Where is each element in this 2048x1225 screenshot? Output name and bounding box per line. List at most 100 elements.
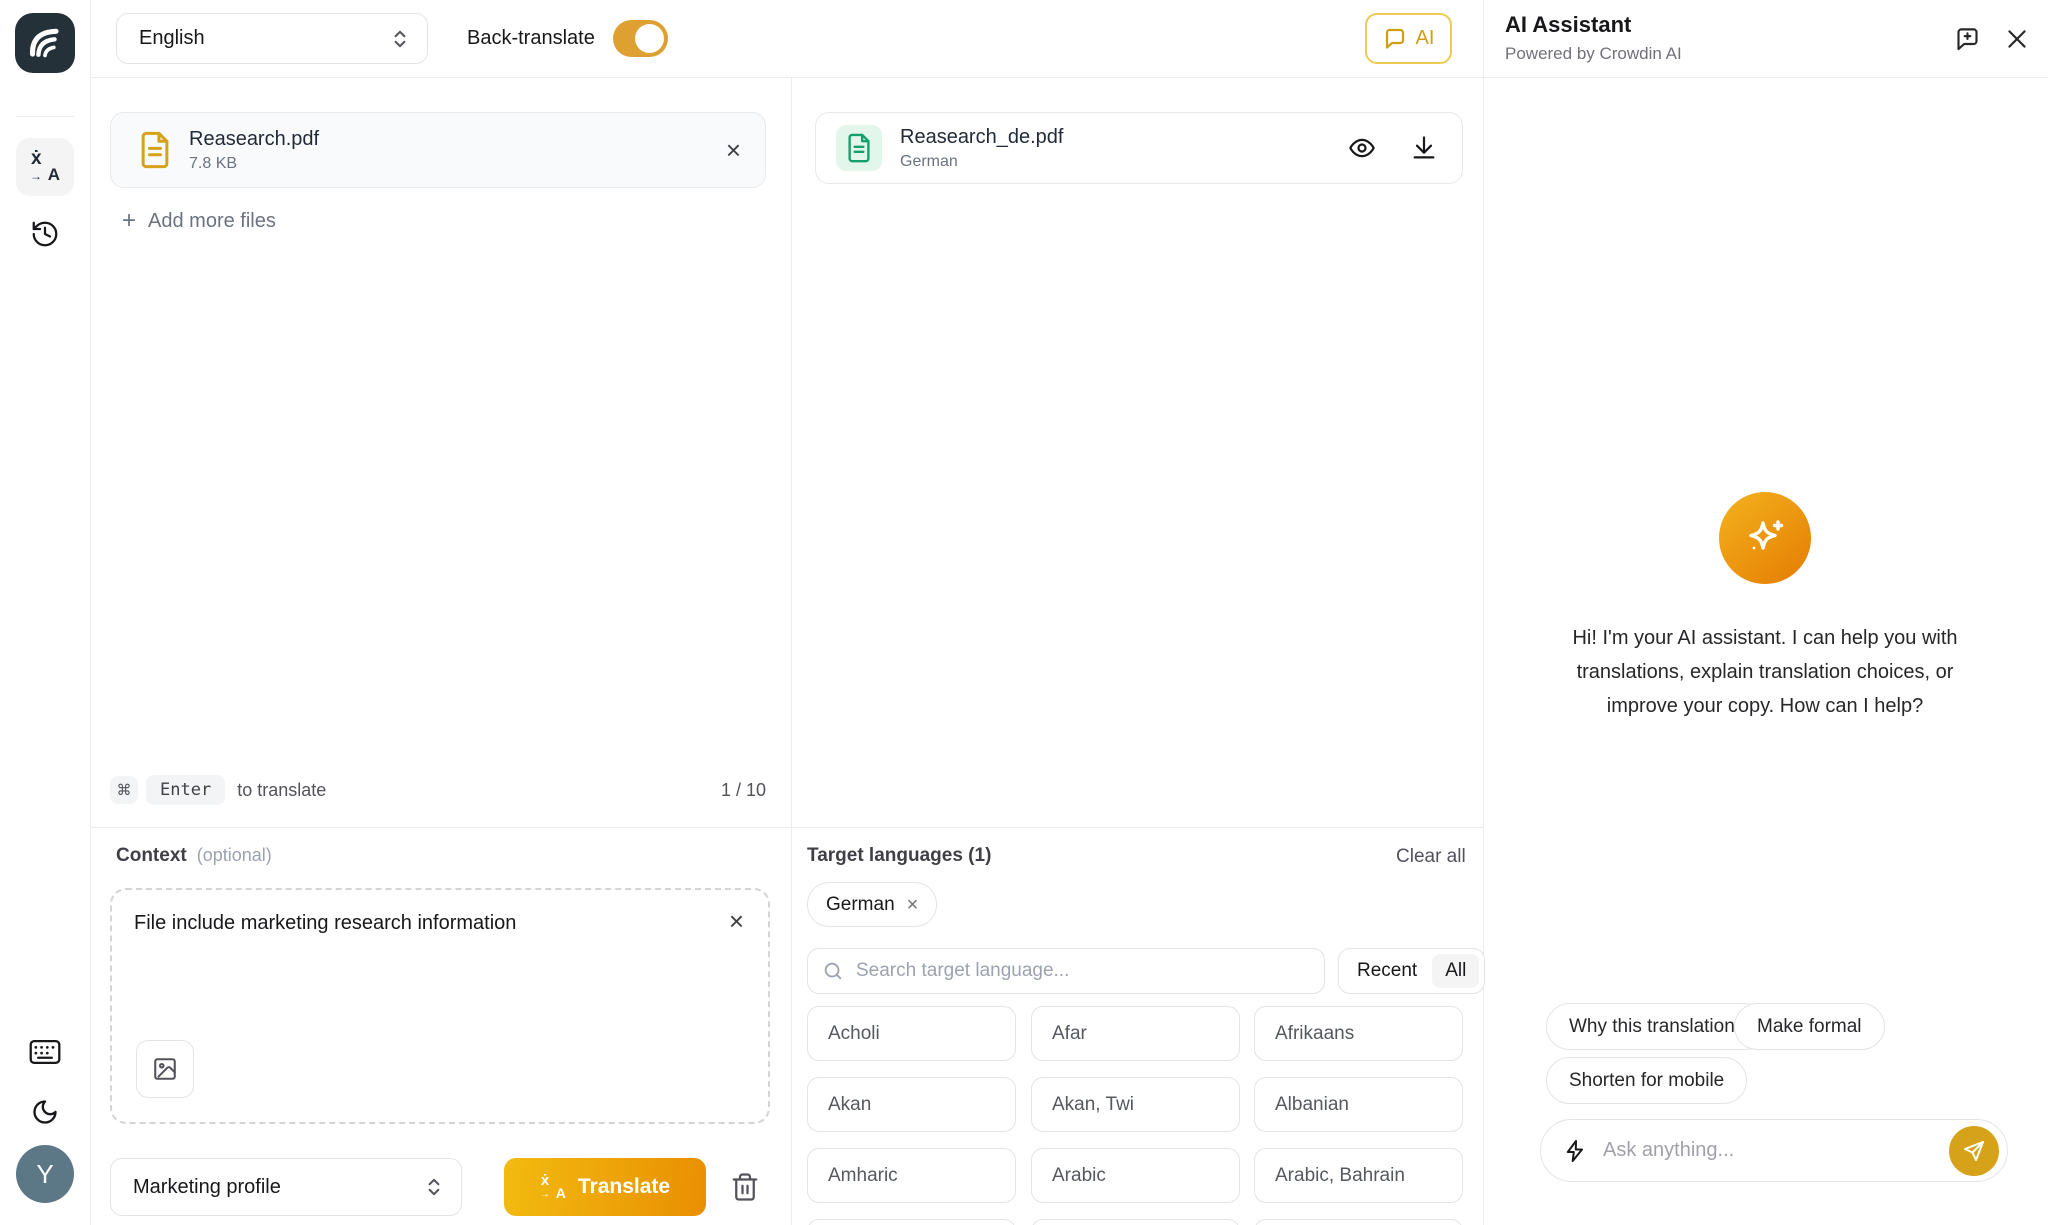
plus-icon: + bbox=[122, 209, 136, 233]
tab-recent[interactable]: Recent bbox=[1344, 954, 1430, 988]
language-option[interactable]: Akan bbox=[807, 1077, 1016, 1132]
shortcut-hint: to translate bbox=[237, 780, 326, 801]
translated-file-tile bbox=[836, 125, 882, 171]
preview-file-button[interactable] bbox=[1348, 134, 1376, 162]
suggestion-chip[interactable]: Shorten for mobile bbox=[1546, 1057, 1747, 1104]
language-option[interactable]: Akan, Twi bbox=[1031, 1077, 1240, 1132]
clear-context-button[interactable]: × bbox=[729, 908, 744, 934]
context-header: Context (optional) bbox=[116, 845, 272, 867]
sidebar-item-history[interactable] bbox=[16, 205, 74, 263]
crowdin-logo[interactable] bbox=[15, 13, 75, 73]
language-option[interactable]: Arabic, Bahrain bbox=[1254, 1148, 1463, 1203]
remove-language-button[interactable]: × bbox=[907, 895, 919, 915]
message-plus-icon bbox=[1954, 26, 1981, 53]
back-translate-toggle[interactable] bbox=[613, 20, 668, 57]
image-icon bbox=[152, 1056, 178, 1082]
translated-file-name: Reasearch_de.pdf bbox=[900, 126, 1314, 149]
column-divider bbox=[791, 78, 792, 1225]
language-option[interactable]: Arabic bbox=[1031, 1148, 1240, 1203]
source-file-size: 7.8 KB bbox=[189, 155, 726, 173]
ai-greeting-text: Hi! I'm your AI assistant. I can help yo… bbox=[1539, 621, 1991, 723]
eye-icon bbox=[1348, 134, 1376, 162]
translate-button-label: Translate bbox=[578, 1175, 670, 1199]
target-languages-label: Target languages (1) bbox=[807, 845, 991, 867]
new-chat-button[interactable] bbox=[1954, 26, 1981, 53]
language-option[interactable] bbox=[1031, 1219, 1240, 1225]
language-search-input[interactable] bbox=[854, 959, 1310, 983]
delete-button[interactable] bbox=[730, 1172, 760, 1202]
back-translate-label: Back-translate bbox=[467, 27, 595, 50]
remove-file-button[interactable]: × bbox=[726, 137, 741, 163]
suggestion-chip[interactable]: Make formal bbox=[1734, 1003, 1885, 1050]
close-icon bbox=[2004, 26, 2030, 52]
crowdin-logo-icon bbox=[23, 21, 67, 65]
ai-assistant-button[interactable]: AI bbox=[1365, 13, 1452, 64]
clear-all-button[interactable]: Clear all bbox=[1396, 846, 1466, 868]
file-icon bbox=[139, 131, 171, 169]
usage-counter: 1 / 10 bbox=[721, 780, 766, 801]
download-icon bbox=[1410, 134, 1438, 162]
language-option[interactable]: Albanian bbox=[1254, 1077, 1463, 1132]
sidebar-item-translate[interactable]: ẋ→A bbox=[16, 138, 74, 196]
profile-select-value: Marketing profile bbox=[133, 1176, 281, 1199]
translated-file-info: Reasearch_de.pdf German bbox=[900, 126, 1314, 171]
translate-icon: ẋ→A bbox=[30, 152, 60, 182]
context-input[interactable]: File include marketing research informat… bbox=[134, 912, 694, 1032]
ai-panel-subtitle: Powered by Crowdin AI bbox=[1505, 44, 1682, 64]
command-key-badge: ⌘ bbox=[110, 776, 138, 804]
add-more-files-button[interactable]: + Add more files bbox=[116, 208, 282, 234]
lightning-icon[interactable] bbox=[1563, 1139, 1587, 1163]
language-option[interactable]: Afrikaans bbox=[1254, 1006, 1463, 1061]
back-translate-group: Back-translate bbox=[467, 0, 668, 77]
language-option[interactable]: Amharic bbox=[807, 1148, 1016, 1203]
dark-mode-toggle[interactable] bbox=[16, 1092, 74, 1132]
sidebar-divider bbox=[16, 116, 74, 117]
keyboard-icon bbox=[29, 1039, 61, 1065]
selected-language-chip: German × bbox=[807, 882, 937, 927]
language-search bbox=[807, 948, 1325, 994]
send-button[interactable] bbox=[1949, 1126, 1999, 1176]
translated-file-icon bbox=[846, 133, 872, 163]
language-option[interactable] bbox=[1254, 1219, 1463, 1225]
translate-button[interactable]: ẋ→A Translate bbox=[504, 1158, 706, 1216]
selected-language-label: German bbox=[826, 894, 895, 916]
source-file-info: Reasearch.pdf 7.8 KB bbox=[189, 128, 726, 173]
target-languages-header: Target languages (1) bbox=[807, 845, 991, 867]
ai-button-label: AI bbox=[1416, 27, 1435, 50]
translate-shortcut-row: ⌘ Enter to translate 1 / 10 bbox=[110, 772, 766, 808]
chevron-updown-icon bbox=[391, 28, 409, 50]
topbar-divider bbox=[90, 77, 2048, 78]
add-more-files-label: Add more files bbox=[148, 210, 276, 233]
tab-all[interactable]: All bbox=[1432, 954, 1479, 988]
source-language-select[interactable]: English bbox=[116, 13, 428, 64]
language-option[interactable] bbox=[807, 1219, 1016, 1225]
download-file-button[interactable] bbox=[1410, 134, 1438, 162]
source-language-value: English bbox=[139, 27, 205, 50]
chat-bubble-icon bbox=[1383, 27, 1407, 51]
ai-ask-input[interactable] bbox=[1601, 1138, 1935, 1163]
profile-select[interactable]: Marketing profile bbox=[110, 1158, 462, 1216]
moon-icon bbox=[31, 1098, 59, 1126]
source-file-name: Reasearch.pdf bbox=[189, 128, 726, 151]
close-panel-button[interactable] bbox=[2004, 26, 2030, 52]
history-icon bbox=[30, 219, 60, 249]
translated-file-card: Reasearch_de.pdf German bbox=[815, 112, 1463, 184]
attach-image-button[interactable] bbox=[136, 1040, 194, 1098]
ai-panel-title: AI Assistant bbox=[1505, 12, 1631, 38]
send-icon bbox=[1962, 1139, 1986, 1163]
language-option[interactable]: Afar bbox=[1031, 1006, 1240, 1061]
language-filter-segment: Recent All bbox=[1338, 948, 1485, 994]
language-option[interactable]: Acholi bbox=[807, 1006, 1016, 1061]
toggle-knob bbox=[635, 24, 664, 53]
avatar-letter: Y bbox=[36, 1159, 53, 1190]
translated-file-language: German bbox=[900, 153, 1314, 171]
avatar[interactable]: Y bbox=[16, 1145, 74, 1203]
section-divider bbox=[91, 827, 1483, 828]
app-window: ẋ→A Y English bbox=[0, 0, 2048, 1225]
keyboard-shortcuts-button[interactable] bbox=[16, 1032, 74, 1072]
search-icon bbox=[822, 960, 844, 982]
context-optional-label: (optional) bbox=[197, 845, 272, 866]
ai-panel-divider bbox=[1483, 0, 1484, 1225]
context-box: File include marketing research informat… bbox=[110, 888, 770, 1124]
ai-assistant-badge bbox=[1719, 492, 1811, 584]
